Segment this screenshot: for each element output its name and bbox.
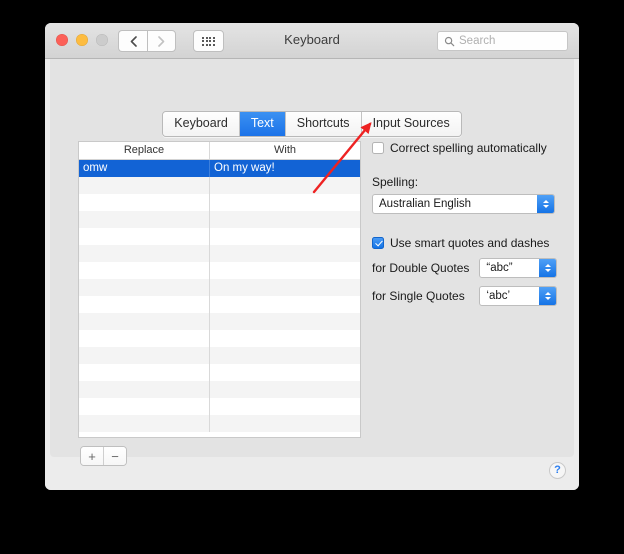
spelling-group-label: Spelling: <box>372 175 419 189</box>
cell-replace[interactable] <box>79 330 210 347</box>
column-header-replace[interactable]: Replace <box>79 142 210 159</box>
help-button[interactable]: ? <box>549 462 566 479</box>
double-quotes-label: for Double Quotes <box>372 261 470 275</box>
cell-with[interactable] <box>210 194 360 211</box>
cell-with[interactable] <box>210 211 360 228</box>
text-options-column: Correct spelling automatically Spelling:… <box>372 141 557 306</box>
tabbar: Keyboard Text Shortcuts Input Sources <box>45 111 579 137</box>
tab-shortcuts[interactable]: Shortcuts <box>285 112 362 136</box>
spelling-language-value: Australian English <box>379 198 472 210</box>
search-field[interactable] <box>437 31 568 51</box>
cell-with[interactable] <box>210 313 360 330</box>
single-quotes-dropdown[interactable]: ‘abc’ <box>479 286 557 306</box>
cell-replace[interactable]: omw <box>79 160 210 177</box>
tab-text[interactable]: Text <box>239 112 286 136</box>
chevron-updown-icon <box>539 287 556 305</box>
table-row[interactable] <box>79 398 360 415</box>
preferences-content: Keyboard Text Shortcuts Input Sources Re… <box>45 59 579 490</box>
search-input[interactable] <box>459 35 559 47</box>
cell-replace[interactable] <box>79 364 210 381</box>
cell-with[interactable] <box>210 398 360 415</box>
table-row[interactable] <box>79 330 360 347</box>
table-add-remove-controls: + − <box>80 446 127 466</box>
preferences-window: Keyboard Keyboard Text Shortcuts Input S… <box>45 23 579 490</box>
cell-with[interactable] <box>210 177 360 194</box>
cell-with[interactable]: On my way! <box>210 160 360 177</box>
cell-with[interactable] <box>210 228 360 245</box>
cell-with[interactable] <box>210 330 360 347</box>
correct-spelling-checkbox[interactable] <box>372 142 384 154</box>
cell-replace[interactable] <box>79 347 210 364</box>
cell-with[interactable] <box>210 415 360 432</box>
cell-replace[interactable] <box>79 381 210 398</box>
cell-replace[interactable] <box>79 245 210 262</box>
table-row[interactable] <box>79 245 360 262</box>
double-quotes-row: for Double Quotes “abc” <box>372 258 557 278</box>
smart-quotes-checkbox[interactable] <box>372 237 384 249</box>
cell-replace[interactable] <box>79 398 210 415</box>
table-row[interactable] <box>79 177 360 194</box>
table-body: omw On my way! <box>79 160 360 432</box>
cell-with[interactable] <box>210 279 360 296</box>
table-row[interactable] <box>79 211 360 228</box>
table-row[interactable] <box>79 279 360 296</box>
table-row[interactable] <box>79 262 360 279</box>
double-quotes-value: “abc” <box>486 262 513 274</box>
cell-with[interactable] <box>210 347 360 364</box>
smart-quotes-row[interactable]: Use smart quotes and dashes <box>372 236 557 250</box>
single-quotes-label: for Single Quotes <box>372 289 465 303</box>
table-row[interactable] <box>79 194 360 211</box>
table-row[interactable] <box>79 228 360 245</box>
cell-with[interactable] <box>210 245 360 262</box>
column-header-with[interactable]: With <box>210 142 360 159</box>
search-icon <box>444 36 455 46</box>
remove-entry-button[interactable]: − <box>104 447 126 465</box>
tab-group: Keyboard Text Shortcuts Input Sources <box>162 111 462 137</box>
single-quotes-row: for Single Quotes ‘abc’ <box>372 286 557 306</box>
table-row[interactable] <box>79 347 360 364</box>
cell-replace[interactable] <box>79 228 210 245</box>
spelling-language-dropdown[interactable]: Australian English <box>372 194 555 214</box>
tab-keyboard[interactable]: Keyboard <box>163 112 240 136</box>
table-row[interactable]: omw On my way! <box>79 160 360 177</box>
text-replacement-table[interactable]: Replace With omw On my way! <box>78 141 361 438</box>
correct-spelling-label: Correct spelling automatically <box>390 141 547 155</box>
add-entry-button[interactable]: + <box>81 447 104 465</box>
cell-replace[interactable] <box>79 279 210 296</box>
table-row[interactable] <box>79 296 360 313</box>
cell-replace[interactable] <box>79 415 210 432</box>
double-quotes-dropdown[interactable]: “abc” <box>479 258 557 278</box>
cell-replace[interactable] <box>79 177 210 194</box>
table-row[interactable] <box>79 313 360 330</box>
chevron-updown-icon <box>539 259 556 277</box>
table-header-row: Replace With <box>79 142 360 160</box>
cell-replace[interactable] <box>79 194 210 211</box>
cell-with[interactable] <box>210 381 360 398</box>
correct-spelling-row[interactable]: Correct spelling automatically <box>372 141 557 155</box>
cell-replace[interactable] <box>79 262 210 279</box>
cell-with[interactable] <box>210 296 360 313</box>
tab-input-sources[interactable]: Input Sources <box>361 112 461 136</box>
table-row[interactable] <box>79 364 360 381</box>
cell-replace[interactable] <box>79 211 210 228</box>
table-row[interactable] <box>79 415 360 432</box>
table-row[interactable] <box>79 381 360 398</box>
cell-replace[interactable] <box>79 313 210 330</box>
chevron-updown-icon <box>537 195 554 213</box>
cell-with[interactable] <box>210 262 360 279</box>
single-quotes-value: ‘abc’ <box>486 290 511 302</box>
smart-quotes-label: Use smart quotes and dashes <box>390 236 550 250</box>
cell-with[interactable] <box>210 364 360 381</box>
cell-replace[interactable] <box>79 296 210 313</box>
window-titlebar: Keyboard <box>45 23 579 59</box>
